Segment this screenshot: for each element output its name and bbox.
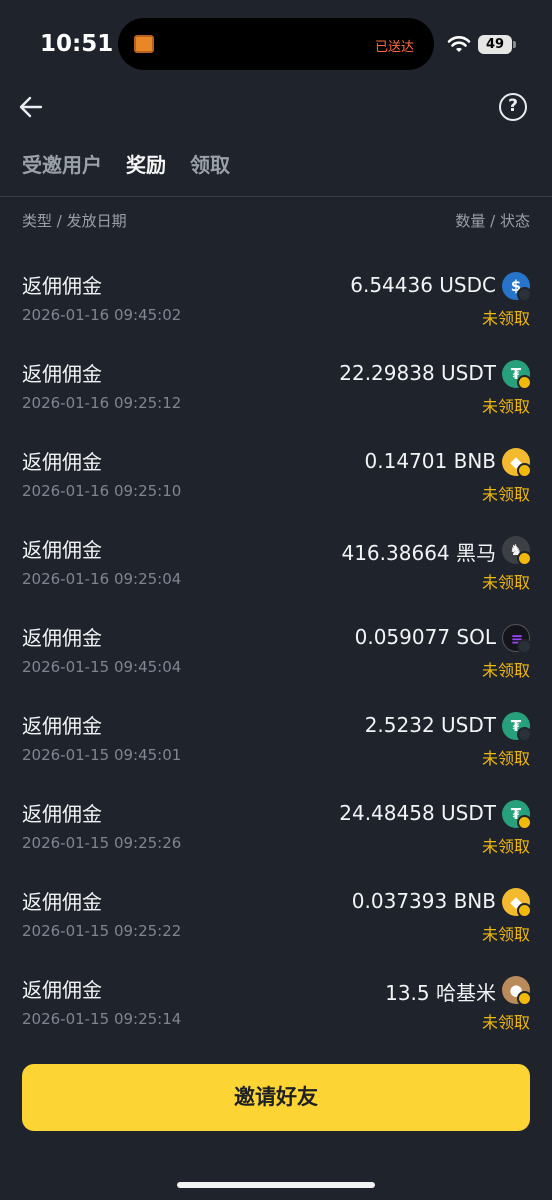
tab-divider [0, 196, 552, 197]
chain-badge-icon [517, 463, 532, 478]
reward-date: 2026-01-16 09:25:10 [22, 482, 182, 500]
reward-amount: 2.5232 USDT [364, 713, 496, 737]
chain-badge-icon [517, 639, 532, 654]
chain-badge-icon [517, 727, 532, 742]
reward-row[interactable]: 返佣佣金 2026-01-15 09:45:01 2.5232 USDT ₮ 未… [0, 704, 552, 792]
dynamic-island: 已送达 [118, 18, 434, 70]
chain-badge-icon [517, 287, 532, 302]
reward-date: 2026-01-15 09:25:26 [22, 834, 182, 852]
reward-date: 2026-01-16 09:25:04 [22, 570, 182, 588]
back-arrow-icon[interactable] [18, 94, 44, 120]
reward-row[interactable]: 返佣佣金 2026-01-16 09:25:04 416.38664 黑马 ♞ … [0, 528, 552, 616]
help-icon[interactable]: ? [499, 93, 527, 121]
package-icon [134, 35, 154, 53]
reward-date: 2026-01-15 09:25:14 [22, 1010, 182, 1028]
status-time: 10:51 [40, 31, 114, 57]
reward-status: 未领取 [481, 925, 530, 944]
chain-badge-icon [517, 551, 532, 566]
reward-row[interactable]: 返佣佣金 2026-01-16 09:45:02 6.54436 USDC $ … [0, 264, 552, 352]
battery-indicator: 49 [478, 35, 512, 54]
reward-date: 2026-01-15 09:25:22 [22, 922, 182, 940]
tab-invited-users[interactable]: 受邀用户 [22, 150, 102, 184]
column-header-amount-status: 数量 / 状态 [455, 212, 530, 230]
tab-rewards[interactable]: 奖励 [126, 150, 166, 184]
reward-row[interactable]: 返佣佣金 2026-01-15 09:25:14 13.5 哈基米 ● 未领取 [0, 968, 552, 1056]
reward-row[interactable]: 返佣佣金 2026-01-15 09:25:26 24.48458 USDT ₮… [0, 792, 552, 880]
column-header-type-date: 类型 / 发放日期 [22, 212, 127, 230]
invite-friends-button[interactable]: 邀请好友 [22, 1064, 530, 1131]
reward-type: 返佣佣金 [22, 714, 102, 738]
reward-status: 未领取 [481, 397, 530, 416]
home-indicator [177, 1182, 375, 1188]
reward-type: 返佣佣金 [22, 802, 102, 826]
reward-row[interactable]: 返佣佣金 2026-01-15 09:45:04 0.059077 SOL ≡ … [0, 616, 552, 704]
reward-amount: 6.54436 USDC [350, 273, 496, 297]
reward-date: 2026-01-15 09:45:01 [22, 746, 182, 764]
reward-type: 返佣佣金 [22, 978, 102, 1002]
reward-amount: 24.48458 USDT [339, 801, 496, 825]
reward-amount: 0.037393 BNB [351, 889, 496, 913]
chain-badge-icon [517, 991, 532, 1006]
reward-type: 返佣佣金 [22, 538, 102, 562]
reward-type: 返佣佣金 [22, 626, 102, 650]
reward-amount: 13.5 哈基米 [385, 981, 496, 1005]
island-status-text: 已送达 [374, 40, 414, 55]
status-bar: 10:51 已送达 49 [0, 0, 552, 90]
reward-amount: 0.059077 SOL [354, 625, 496, 649]
reward-status: 未领取 [481, 749, 530, 768]
chain-badge-icon [517, 815, 532, 830]
reward-type: 返佣佣金 [22, 890, 102, 914]
reward-status: 未领取 [481, 837, 530, 856]
reward-date: 2026-01-15 09:45:04 [22, 658, 182, 676]
reward-status: 未领取 [481, 309, 530, 328]
reward-amount: 416.38664 黑马 [341, 541, 496, 565]
reward-type: 返佣佣金 [22, 450, 102, 474]
reward-status: 未领取 [481, 661, 530, 680]
reward-amount: 22.29838 USDT [339, 361, 496, 385]
reward-status: 未领取 [481, 573, 530, 592]
tab-claim[interactable]: 领取 [190, 150, 230, 184]
wifi-icon [447, 36, 471, 52]
reward-date: 2026-01-16 09:45:02 [22, 306, 182, 324]
rewards-page: 10:51 已送达 49 ? 受邀用户 奖励 领取 类型 / 发放日期 数量 /… [0, 0, 552, 1200]
reward-date: 2026-01-16 09:25:12 [22, 394, 182, 412]
tab-bar: 受邀用户 奖励 领取 [22, 150, 254, 184]
reward-type: 返佣佣金 [22, 362, 102, 386]
reward-row[interactable]: 返佣佣金 2026-01-16 09:25:12 22.29838 USDT ₮… [0, 352, 552, 440]
battery-tip [513, 41, 516, 48]
reward-status: 未领取 [481, 1013, 530, 1032]
chain-badge-icon [517, 903, 532, 918]
chain-badge-icon [517, 375, 532, 390]
reward-row[interactable]: 返佣佣金 2026-01-16 09:25:10 0.14701 BNB ◆ 未… [0, 440, 552, 528]
reward-amount: 0.14701 BNB [364, 449, 496, 473]
reward-status: 未领取 [481, 485, 530, 504]
reward-type: 返佣佣金 [22, 274, 102, 298]
reward-row[interactable]: 返佣佣金 2026-01-15 09:25:22 0.037393 BNB ◆ … [0, 880, 552, 968]
reward-list: 返佣佣金 2026-01-16 09:45:02 6.54436 USDC $ … [0, 264, 552, 1056]
